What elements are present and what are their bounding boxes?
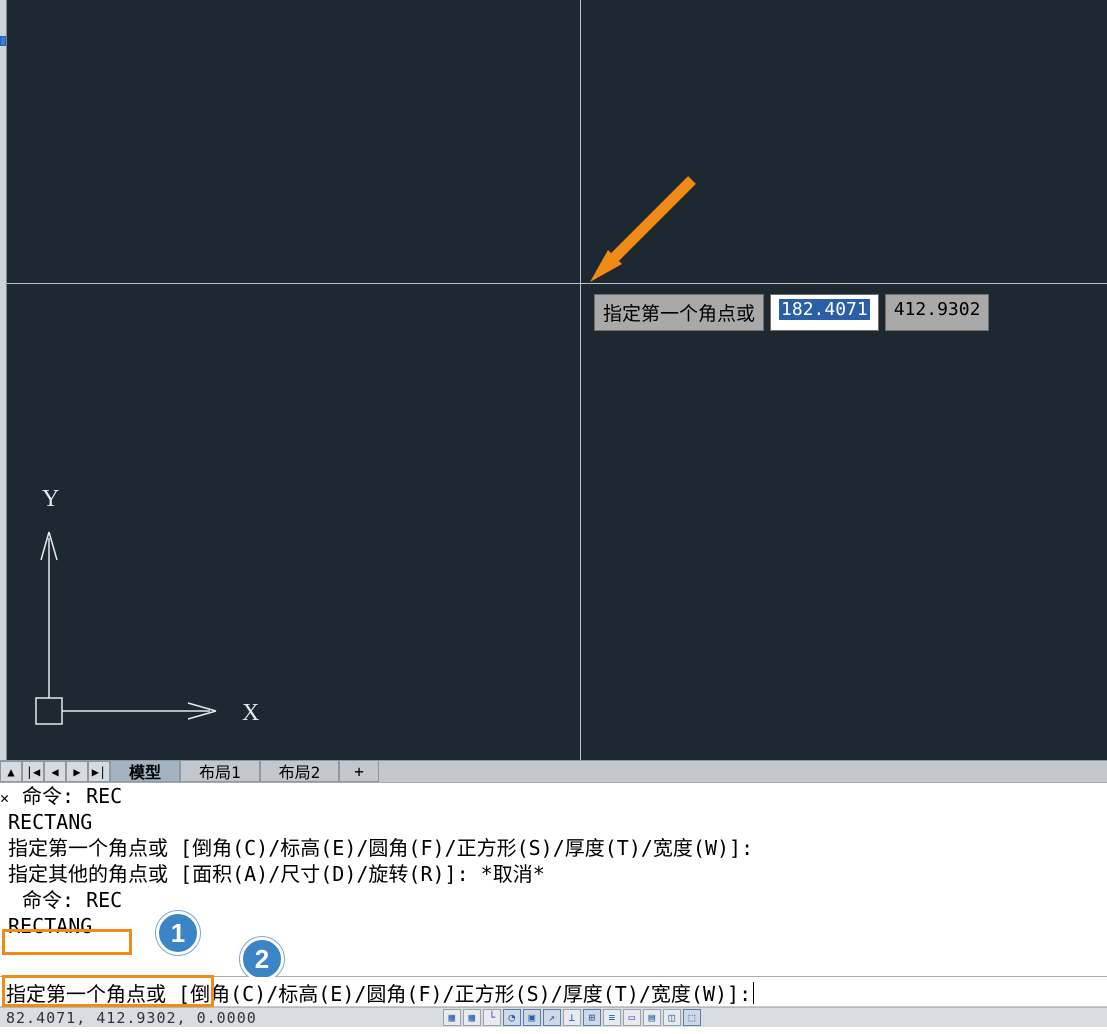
dynamic-input-y[interactable]: 412.9302 (885, 294, 990, 331)
tab-layout1[interactable]: 布局1 (180, 761, 260, 782)
tab-first-button[interactable]: |◀ (22, 761, 44, 782)
status-qp-icon[interactable]: ▭ (623, 1009, 641, 1026)
status-snap-icon[interactable]: ▦ (463, 1009, 481, 1026)
status-bar: 82.4071, 412.9302, 0.0000 ▦ ▦ └ ◔ ▣ ↗ ⟂ … (0, 1007, 1107, 1027)
tab-add-button[interactable]: + (339, 761, 379, 782)
close-panel-icon[interactable]: ✕ (0, 785, 9, 811)
crosshair-horizontal (7, 283, 1107, 284)
tab-scroll-up-button[interactable]: ▲ (0, 761, 22, 782)
tab-prev-button[interactable]: ◀ (44, 761, 66, 782)
tab-next-button[interactable]: ▶ (66, 761, 88, 782)
layout-tab-strip: ▲ |◀ ◀ ▶ ▶| 模型 布局1 布局2 + (0, 760, 1107, 782)
badge-1: 1 (156, 911, 200, 955)
canvas-left-scrollbar[interactable] (0, 0, 7, 760)
status-otrack-icon[interactable]: ↗ (543, 1009, 561, 1026)
status-ortho-icon[interactable]: └ (483, 1009, 501, 1026)
history-line: 指定第一个角点或 [倒角(C)/标高(E)/圆角(F)/正方形(S)/厚度(T)… (4, 835, 1103, 861)
tab-layout2[interactable]: 布局2 (260, 761, 340, 782)
scroll-marker[interactable] (0, 36, 6, 46)
tab-last-button[interactable]: ▶| (88, 761, 110, 782)
command-history-panel[interactable]: ✕ 命令: REC RECTANG 指定第一个角点或 [倒角(C)/标高(E)/… (0, 782, 1107, 977)
svg-text:Y: Y (42, 488, 59, 512)
drawing-canvas[interactable]: 指定第一个角点或 182.4071 412.9302 Y X (0, 0, 1107, 760)
status-polar-icon[interactable]: ◔ (503, 1009, 521, 1026)
command-prompt-options: [倒角(C)/标高(E)/圆角(F)/正方形(S)/厚度(T)/宽度(W)]: (178, 978, 751, 1007)
status-model-icon[interactable]: ⬚ (683, 1009, 701, 1026)
status-grid-icon[interactable]: ▦ (443, 1009, 461, 1026)
status-toggle-icons: ▦ ▦ └ ◔ ▣ ↗ ⟂ ⊞ ≡ ▭ ▤ ◫ ⬚ (443, 1009, 701, 1026)
status-osnap-icon[interactable]: ▣ (523, 1009, 541, 1026)
status-dyn-icon[interactable]: ⊞ (583, 1009, 601, 1026)
history-line: RECTANG (4, 809, 1103, 835)
status-lwt-icon[interactable]: ≡ (603, 1009, 621, 1026)
status-ducs-icon[interactable]: ⟂ (563, 1009, 581, 1026)
history-line: 命令: REC (22, 783, 1103, 809)
arrow-annotation-icon (582, 170, 702, 290)
dynamic-input-tooltip: 指定第一个角点或 182.4071 412.9302 (594, 294, 989, 331)
command-prompt-row[interactable]: 指定第一个角点或 [倒角(C)/标高(E)/圆角(F)/正方形(S)/厚度(T)… (0, 977, 1107, 1007)
history-line: 指定其他的角点或 [面积(A)/尺寸(D)/旋转(R)]: *取消* (4, 861, 1103, 887)
history-line: 命令: REC (22, 887, 1103, 913)
text-cursor (753, 982, 754, 1004)
badge-2: 2 (240, 937, 284, 981)
crosshair-vertical (580, 0, 581, 760)
tab-model[interactable]: 模型 (110, 761, 180, 782)
dynamic-input-label: 指定第一个角点或 (594, 294, 764, 331)
command-prompt-lead: 指定第一个角点或 (6, 978, 178, 1007)
status-coordinates[interactable]: 82.4071, 412.9302, 0.0000 (0, 1009, 263, 1027)
status-ann-icon[interactable]: ◫ (663, 1009, 681, 1026)
dynamic-input-x[interactable]: 182.4071 (770, 294, 879, 331)
ucs-origin-icon: Y X (32, 488, 262, 738)
svg-text:X: X (242, 700, 259, 726)
status-sc-icon[interactable]: ▤ (643, 1009, 661, 1026)
